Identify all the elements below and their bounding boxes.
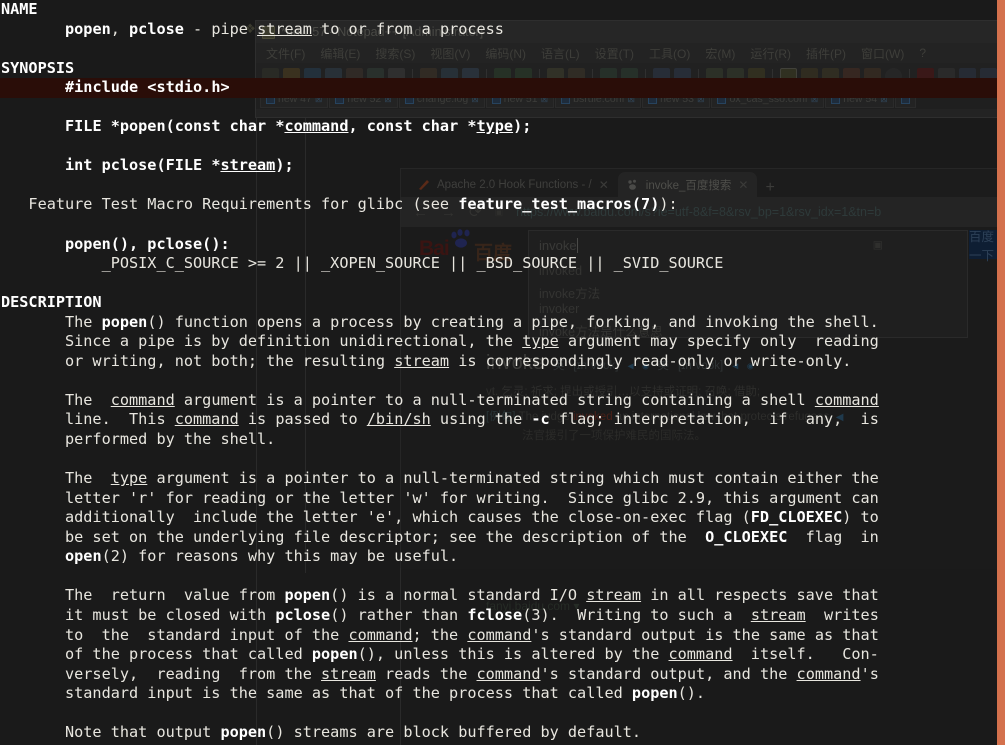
man-text-line: to the standard input of the command; th…	[1, 625, 879, 644]
man-text-line	[0, 274, 1005, 294]
man-text-line: Note that output popen() streams are blo…	[1, 723, 642, 742]
man-text-line	[0, 567, 1005, 587]
man-text-line	[0, 98, 1005, 118]
right-edge-strip	[997, 0, 1005, 745]
man-text-line	[0, 39, 1005, 59]
man-text-line: _POSIX_C_SOURCE >= 2 || _XOPEN_SOURCE ||…	[1, 254, 724, 273]
man-text-line: line. This command is passed to /bin/sh …	[1, 410, 879, 429]
man-text-line: versely, reading from the stream reads t…	[1, 664, 879, 683]
man-text-line	[0, 215, 1005, 235]
man-text-line: popen(), pclose():	[65, 234, 230, 253]
man-text-line	[0, 371, 1005, 391]
man-text-line: #include <stdio.h>	[0, 78, 1005, 98]
man-text-line: it must be closed with pclose() rather t…	[1, 605, 879, 624]
man-text-line: or writing, not both; the resulting stre…	[1, 351, 852, 370]
man-section-heading: DESCRIPTION	[1, 293, 102, 312]
screen: ❖ change ✕ *new 57 - Notepad++ [Administ…	[0, 0, 1005, 745]
man-text-line: The return value from popen() is a norma…	[1, 586, 879, 605]
man-text-line: int pclose(FILE *stream);	[65, 156, 294, 175]
man-text-line: letter 'r' for reading or the letter 'w'…	[1, 488, 879, 507]
man-section-heading: SYNOPSIS	[1, 58, 75, 77]
man-text-line: The type argument is a pointer to a null…	[1, 469, 879, 488]
terminal-man-page[interactable]: NAME popen, pclose - pipe stream to or f…	[0, 0, 1005, 745]
man-text-line: Feature Test Macro Requirements for glib…	[1, 195, 678, 214]
man-text-line: performed by the shell.	[1, 430, 276, 449]
man-text-line	[0, 704, 1005, 724]
man-text-line: additionally include the letter 'e', whi…	[1, 508, 879, 527]
man-text-line: The popen() function opens a process by …	[1, 312, 879, 331]
man-text-line: popen, pclose - pipe stream to or from a…	[65, 19, 504, 38]
man-text-line	[0, 176, 1005, 196]
man-text-line	[0, 450, 1005, 470]
man-text-line: FILE *popen(const char *command, const c…	[65, 117, 532, 136]
man-text-line: Since a pipe is by definition unidirecti…	[1, 332, 879, 351]
man-text-line: be set on the underlying file descriptor…	[1, 527, 879, 546]
man-text-line: The command argument is a pointer to a n…	[1, 390, 879, 409]
man-text-line: of the process that called popen(), unle…	[1, 645, 879, 664]
man-text-line: open(2) for reasons why this may be usef…	[65, 547, 459, 566]
man-text-line: standard input is the same as that of th…	[1, 684, 706, 703]
man-section-heading: NAME	[1, 0, 38, 18]
man-text-line	[0, 137, 1005, 157]
